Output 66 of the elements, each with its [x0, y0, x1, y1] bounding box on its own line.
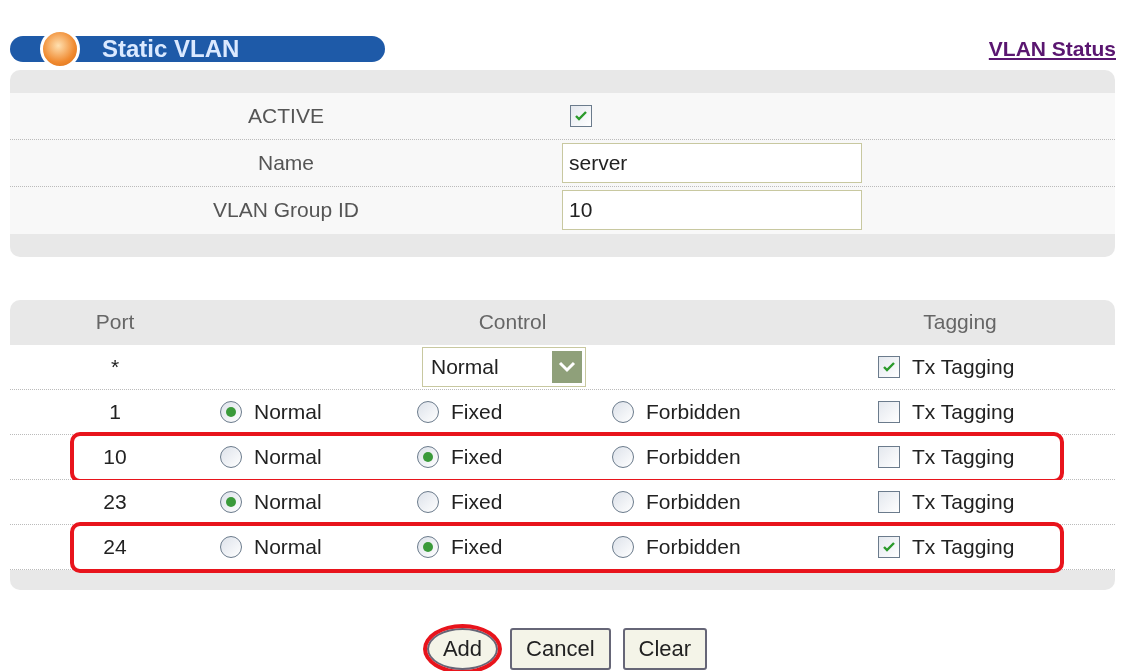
option-label: Normal: [254, 488, 322, 515]
radio-button[interactable]: [612, 535, 634, 558]
checkbox[interactable]: [878, 490, 900, 513]
tagging-label: Tx Tagging: [912, 443, 1015, 470]
option-label: Normal: [254, 533, 322, 560]
checkbox[interactable]: [878, 445, 900, 468]
radio-option[interactable]: Fixed: [417, 440, 612, 473]
radio-button[interactable]: [417, 445, 439, 468]
radio-option[interactable]: Fixed: [417, 395, 612, 428]
radio-option[interactable]: Normal: [220, 395, 417, 428]
radio-button[interactable]: [612, 445, 634, 468]
text-field[interactable]: server: [562, 142, 862, 183]
port-number: 24: [102, 533, 128, 560]
radio-option[interactable]: Normal: [220, 530, 417, 563]
port-number: 1: [108, 398, 122, 425]
radio-button[interactable]: [220, 445, 242, 468]
option-label: Forbidden: [646, 533, 741, 560]
form-button[interactable]: Clear: [622, 627, 708, 670]
tagging-label: Tx Tagging: [912, 398, 1015, 425]
section-title: Static VLAN: [102, 36, 240, 61]
option-label: Fixed: [451, 533, 503, 560]
radio-button[interactable]: [417, 490, 439, 513]
control-select[interactable]: Normal: [422, 346, 586, 387]
radio-button[interactable]: [612, 490, 634, 513]
radio-option[interactable]: Normal: [220, 485, 417, 518]
tagging-label: Tx Tagging: [912, 488, 1015, 515]
option-label: Normal: [254, 443, 322, 470]
field-label: Name: [257, 149, 315, 176]
vlan-status-link[interactable]: VLAN Status: [988, 33, 1116, 65]
radio-option[interactable]: Normal: [220, 440, 417, 473]
text-field[interactable]: 10: [562, 190, 862, 230]
radio-option[interactable]: Forbidden: [612, 440, 878, 473]
checkbox[interactable]: [878, 400, 900, 423]
radio-button[interactable]: [417, 535, 439, 558]
checkbox[interactable]: [878, 355, 900, 378]
tagging-label: Tx Tagging: [912, 353, 1015, 380]
option-label: Fixed: [451, 398, 503, 425]
column-header: Control: [477, 309, 548, 336]
radio-button[interactable]: [220, 535, 242, 558]
checkbox[interactable]: [878, 535, 900, 558]
option-label: Fixed: [451, 443, 503, 470]
radio-button[interactable]: [220, 400, 242, 423]
port-number: *: [109, 353, 121, 380]
radio-button[interactable]: [612, 400, 634, 423]
checkbox[interactable]: [570, 104, 592, 127]
option-label: Forbidden: [646, 488, 741, 515]
radio-option[interactable]: Forbidden: [612, 395, 878, 428]
option-label: Normal: [254, 398, 322, 425]
field-label: ACTIVE: [247, 102, 325, 129]
tagging-label: Tx Tagging: [912, 533, 1015, 560]
option-label: Forbidden: [646, 443, 741, 470]
option-label: Forbidden: [646, 398, 741, 425]
radio-option[interactable]: Fixed: [417, 530, 612, 563]
column-header: Port: [94, 309, 136, 336]
radio-button[interactable]: [220, 490, 242, 513]
form-button[interactable]: Cancel: [510, 627, 611, 670]
radio-option[interactable]: Forbidden: [612, 485, 878, 518]
radio-option[interactable]: Fixed: [417, 485, 612, 518]
column-header: Tagging: [922, 309, 998, 336]
radio-option[interactable]: Forbidden: [612, 530, 878, 563]
radio-button[interactable]: [417, 400, 439, 423]
form-button[interactable]: Add: [426, 627, 499, 670]
port-number: 23: [102, 488, 128, 515]
option-label: Fixed: [451, 488, 503, 515]
port-number: 10: [102, 443, 128, 470]
field-label: VLAN Group ID: [212, 197, 360, 224]
